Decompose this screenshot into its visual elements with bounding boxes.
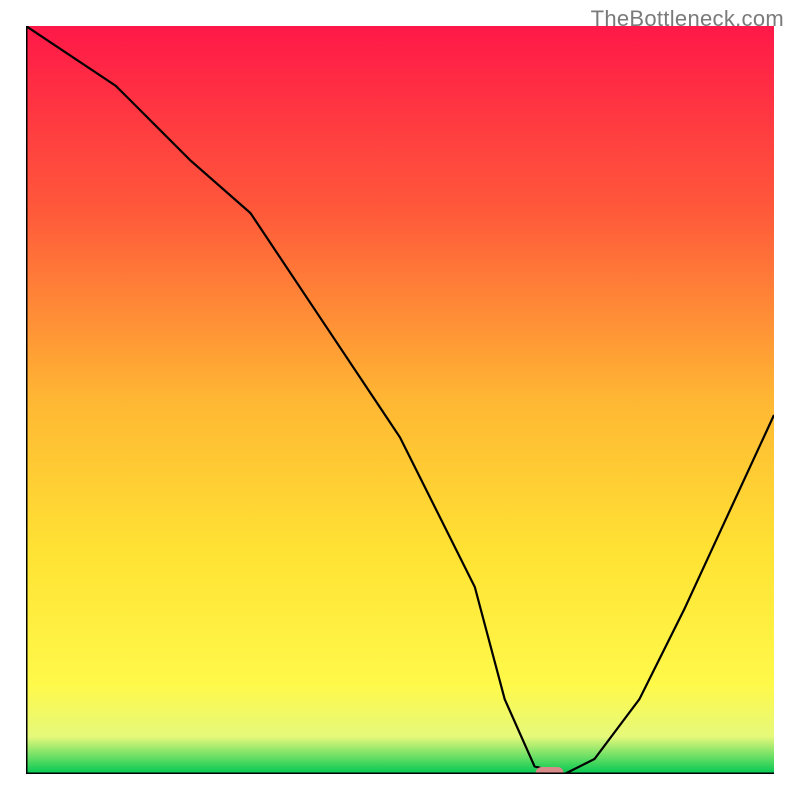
- gradient-background: [26, 26, 774, 774]
- watermark-text: TheBottleneck.com: [591, 6, 784, 32]
- chart-container: [26, 26, 774, 774]
- chart-svg: [26, 26, 774, 774]
